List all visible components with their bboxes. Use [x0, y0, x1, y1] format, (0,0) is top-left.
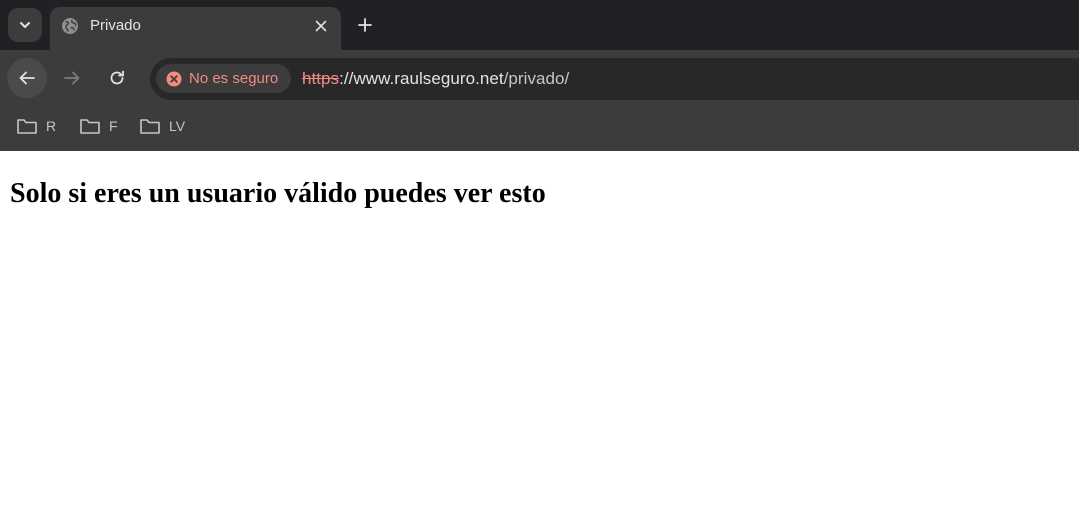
security-label: No es seguro	[189, 70, 279, 87]
bookmark-folder-r[interactable]: R	[16, 115, 56, 137]
globe-icon	[62, 18, 78, 34]
folder-icon	[80, 119, 100, 134]
folder-icon	[17, 119, 37, 134]
url-text[interactable]: https://www.raulseguro.net/privado/	[302, 69, 569, 89]
tab-active[interactable]: Privado	[50, 7, 341, 50]
security-chip[interactable]: No es seguro	[156, 64, 291, 93]
bookmark-label: F	[109, 118, 118, 134]
tab-close-button[interactable]	[310, 15, 332, 37]
close-icon	[315, 20, 327, 32]
tab-strip: Privado	[0, 0, 1079, 50]
bookmarks-bar: R F LV	[0, 100, 1079, 151]
page-heading: Solo si eres un usuario válido puedes ve…	[10, 178, 546, 209]
chevron-down-icon	[20, 22, 30, 28]
url-scheme: https	[302, 69, 340, 88]
plus-icon	[358, 18, 372, 32]
bookmark-label: R	[46, 118, 57, 134]
bookmark-folder-f[interactable]: F	[79, 115, 118, 137]
page-content: Solo si eres un usuario válido puedes ve…	[0, 151, 1079, 513]
forward-button[interactable]	[52, 58, 92, 98]
folder-icon	[140, 119, 160, 134]
bookmark-label: LV	[169, 118, 186, 134]
back-button[interactable]	[7, 58, 47, 98]
not-secure-icon	[166, 71, 182, 86]
browser-toolbar: No es seguro https://www.raulseguro.net/…	[0, 50, 1079, 100]
address-bar[interactable]: No es seguro https://www.raulseguro.net/…	[150, 58, 1079, 100]
arrow-left-icon	[19, 71, 35, 85]
url-path: /privado/	[503, 69, 570, 88]
url-separator: ://	[339, 69, 354, 88]
tab-title: Privado	[90, 17, 141, 34]
new-tab-button[interactable]	[352, 12, 378, 38]
url-host: www.raulseguro.net	[353, 69, 504, 88]
bookmark-folder-lv[interactable]: LV	[139, 115, 185, 137]
tab-search-button[interactable]	[8, 8, 42, 42]
reload-button[interactable]	[97, 58, 137, 98]
reload-icon	[110, 70, 124, 85]
arrow-right-icon	[64, 71, 80, 85]
